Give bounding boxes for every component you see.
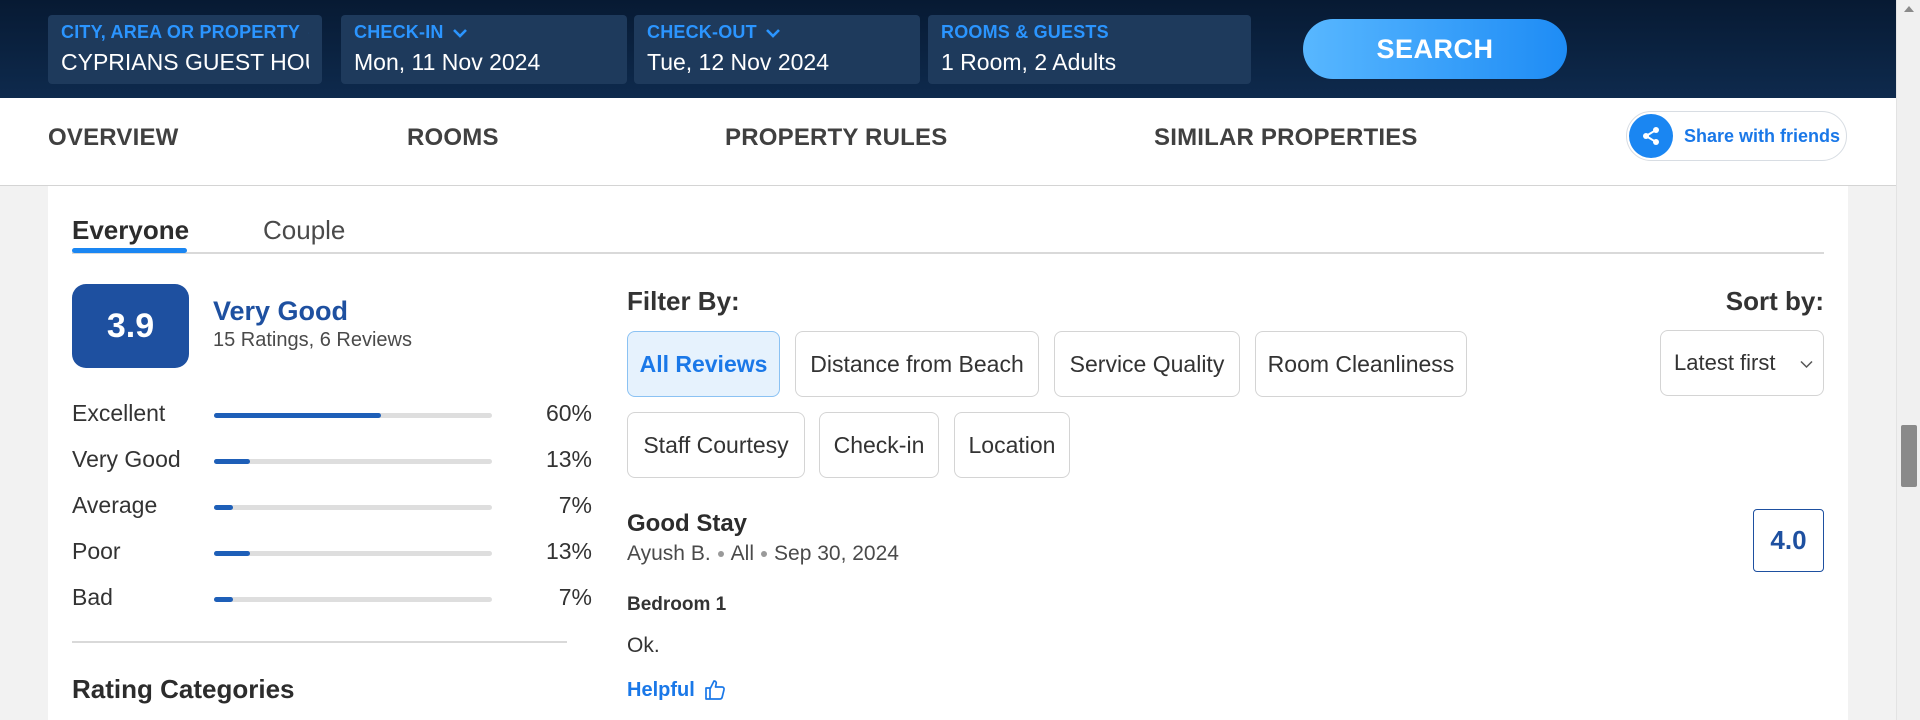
rating-level-label: Excellent — [72, 400, 166, 426]
review-date: Sep 30, 2024 — [774, 542, 899, 565]
share-label: Share with friends — [1684, 125, 1841, 146]
rating-bar-fill — [214, 597, 234, 602]
tab-everyone[interactable]: Everyone — [72, 215, 189, 246]
checkin-field-value[interactable]: Mon, 11 Nov 2024 — [354, 49, 614, 76]
sort-select[interactable]: Latest first — [1660, 330, 1824, 396]
share-icon — [1629, 114, 1673, 158]
divider — [72, 641, 567, 643]
rooms-guests-field[interactable]: ROOMS & GUESTS 1 Room, 2 Adults — [928, 15, 1251, 84]
checkin-field-label-row: CHECK-IN — [354, 22, 614, 43]
ratings-count: 15 Ratings, 6 Reviews — [213, 329, 412, 351]
rating-bar-fill — [214, 459, 251, 464]
rating-bar-track — [214, 597, 492, 602]
chevron-down-icon — [765, 28, 780, 38]
review-title: Good Stay — [627, 510, 748, 537]
rooms-guests-label-row: ROOMS & GUESTS — [941, 22, 1238, 43]
separator-dot — [761, 551, 768, 558]
rating-bar-fill — [214, 413, 381, 418]
rating-distribution-row: Bad 7% — [72, 584, 592, 614]
rating-distribution-row: Poor 13% — [72, 538, 592, 568]
filter-title: Filter By: — [627, 286, 740, 316]
review-score-badge: 4.0 — [1753, 509, 1824, 572]
checkout-field[interactable]: CHECK-OUT Tue, 12 Nov 2024 — [634, 15, 920, 84]
rooms-guests-label: ROOMS & GUESTS — [941, 22, 1109, 42]
chevron-down-icon — [1800, 360, 1813, 369]
nav-similar-properties[interactable]: SIMILAR PROPERTIES — [1154, 124, 1418, 152]
review-author: Ayush B. — [627, 542, 711, 565]
rating-distribution-row: Excellent 60% — [72, 400, 592, 430]
checkout-field-value[interactable]: Tue, 12 Nov 2024 — [647, 49, 907, 76]
city-field-value[interactable]: CYPRIANS GUEST HOUSE — [61, 49, 309, 76]
rating-percent: 13% — [545, 538, 592, 564]
rating-level-label: Very Good — [72, 446, 181, 472]
filter-chip-room-cleanliness[interactable]: Room Cleanliness — [1255, 331, 1467, 397]
scroll-up-icon[interactable] — [1904, 6, 1914, 12]
active-tab-indicator — [72, 248, 187, 253]
review-meta: Ayush B. All Sep 30, 2024 — [627, 542, 899, 566]
filter-chip-check-in[interactable]: Check-in — [819, 412, 939, 478]
checkout-field-label: CHECK-OUT — [647, 22, 757, 42]
rating-level-label: Average — [72, 492, 158, 518]
rating-level-label: Poor — [72, 538, 121, 564]
overall-score-badge: 3.9 — [72, 284, 189, 368]
review-audience-tabs: Everyone Couple — [72, 186, 1824, 254]
chevron-down-icon — [452, 28, 467, 38]
nav-property-rules[interactable]: PROPERTY RULES — [725, 124, 947, 152]
filter-chip-location[interactable]: Location — [954, 412, 1070, 478]
scrollbar-thumb[interactable] — [1901, 425, 1917, 487]
chevron-down-icon — [308, 32, 309, 33]
review-category: All — [730, 542, 755, 565]
rating-percent: 7% — [558, 492, 592, 518]
overall-rating-word: Very Good — [213, 296, 349, 326]
helpful-label: Helpful — [627, 678, 695, 701]
rooms-guests-value[interactable]: 1 Room, 2 Adults — [941, 49, 1238, 76]
rating-level-label: Bad — [72, 584, 113, 610]
reviews-card: Everyone Couple 3.9 Very Good 15 Ratings… — [48, 186, 1848, 720]
rating-distribution-row: Average 7% — [72, 492, 592, 522]
review-text: Ok. — [627, 634, 660, 657]
thumbs-up-icon — [704, 680, 725, 700]
rating-categories-title: Rating Categories — [72, 674, 295, 704]
filter-chip-all-reviews[interactable]: All Reviews — [627, 331, 780, 397]
nav-rooms[interactable]: ROOMS — [407, 124, 499, 152]
rating-bar-track — [214, 459, 492, 464]
checkout-field-label-row: CHECK-OUT — [647, 22, 907, 43]
nav-overview[interactable]: OVERVIEW — [48, 124, 179, 152]
rating-distribution-row: Very Good 13% — [72, 446, 592, 476]
filter-chip-service-quality[interactable]: Service Quality — [1054, 331, 1240, 397]
rating-bar-fill — [214, 551, 251, 556]
filter-chip-staff-courtesy[interactable]: Staff Courtesy — [627, 412, 805, 478]
city-field-label: CITY, AREA OR PROPERTY — [61, 22, 301, 42]
rating-percent: 13% — [545, 446, 592, 472]
separator-dot — [717, 551, 724, 558]
rating-bar-track — [214, 551, 492, 556]
tab-couple[interactable]: Couple — [263, 215, 345, 246]
rating-bar-track — [214, 505, 492, 510]
review-room: Bedroom 1 — [627, 594, 727, 615]
share-button[interactable]: Share with friends — [1626, 111, 1847, 161]
search-button[interactable]: SEARCH — [1303, 19, 1567, 79]
checkin-field[interactable]: CHECK-IN Mon, 11 Nov 2024 — [341, 15, 627, 84]
city-field[interactable]: CITY, AREA OR PROPERTY CYPRIANS GUEST HO… — [48, 15, 322, 84]
rating-percent: 7% — [558, 584, 592, 610]
search-bar: CITY, AREA OR PROPERTY CYPRIANS GUEST HO… — [0, 0, 1896, 98]
rating-bar-fill — [214, 505, 234, 510]
helpful-button[interactable]: Helpful — [627, 678, 727, 702]
rating-percent: 60% — [545, 400, 592, 426]
section-nav: OVERVIEW ROOMS PROPERTY RULES SIMILAR PR… — [0, 98, 1896, 186]
sort-selected-value: Latest first — [1674, 350, 1776, 375]
city-field-label-row: CITY, AREA OR PROPERTY — [61, 22, 309, 43]
rating-bar-track — [214, 413, 492, 418]
filter-chip-distance-from-beach[interactable]: Distance from Beach — [795, 331, 1039, 397]
checkin-field-label: CHECK-IN — [354, 22, 444, 42]
page-scrollbar[interactable] — [1896, 0, 1920, 720]
sort-title: Sort by: — [1725, 286, 1824, 316]
